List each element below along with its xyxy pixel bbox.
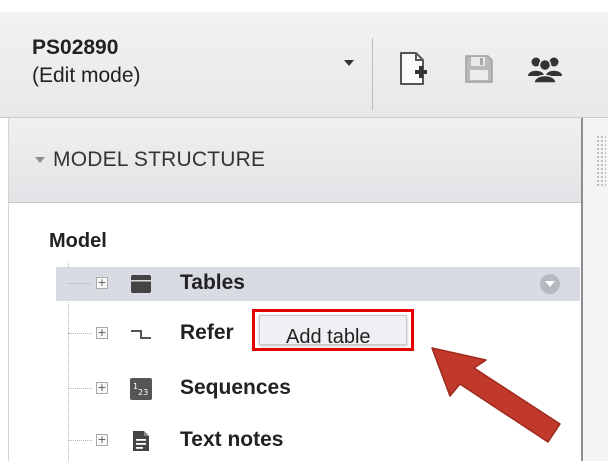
add-table-popup: Add table [252, 309, 414, 351]
tree-branch-line [68, 440, 92, 441]
expand-plus-icon[interactable]: + [96, 327, 108, 339]
add-table-label: Add table [286, 326, 371, 348]
collapse-caret-icon[interactable] [35, 157, 45, 163]
tree-item-label: Text notes [180, 428, 284, 451]
project-mode: (Edit mode) [32, 64, 141, 87]
expand-plus-icon[interactable]: + [96, 382, 108, 394]
tree-branch-line [68, 388, 92, 389]
save-icon [464, 54, 494, 89]
new-document-button[interactable] [390, 48, 436, 94]
tree-item-label: Refer [180, 321, 234, 344]
new-document-icon [398, 51, 428, 92]
project-id: PS02890 [32, 36, 119, 59]
panel-header[interactable]: MODEL STRUCTURE [9, 118, 581, 203]
tree-item-label: Tables [180, 271, 245, 294]
relation-icon [128, 321, 154, 347]
tree-branch-line [68, 283, 92, 284]
tree-branch-line [68, 333, 92, 334]
panel-title: MODEL STRUCTURE [53, 148, 266, 171]
text-note-icon [128, 428, 154, 454]
expand-plus-icon[interactable]: + [96, 277, 108, 289]
tree-item-tables[interactable]: + Tables [56, 267, 580, 301]
app-header: PS02890 (Edit mode) [0, 0, 608, 118]
tree-item-label: Sequences [180, 376, 291, 399]
sequence-icon: 1 23 [128, 376, 154, 402]
users-icon [527, 54, 563, 89]
users-button[interactable] [522, 48, 568, 94]
resize-grip-icon[interactable] [596, 135, 606, 187]
expand-plus-icon[interactable]: + [96, 434, 108, 446]
row-menu-chevron-icon[interactable] [540, 274, 560, 294]
svg-text:23: 23 [138, 388, 148, 397]
save-button[interactable] [456, 48, 502, 94]
toolbar-separator [372, 38, 373, 110]
chevron-down-icon[interactable] [342, 58, 356, 68]
add-table-menu-item[interactable]: Add table [259, 315, 407, 348]
tree-root-label: Model [49, 230, 107, 252]
table-icon [128, 271, 154, 297]
annotation-arrow-icon [428, 338, 568, 448]
